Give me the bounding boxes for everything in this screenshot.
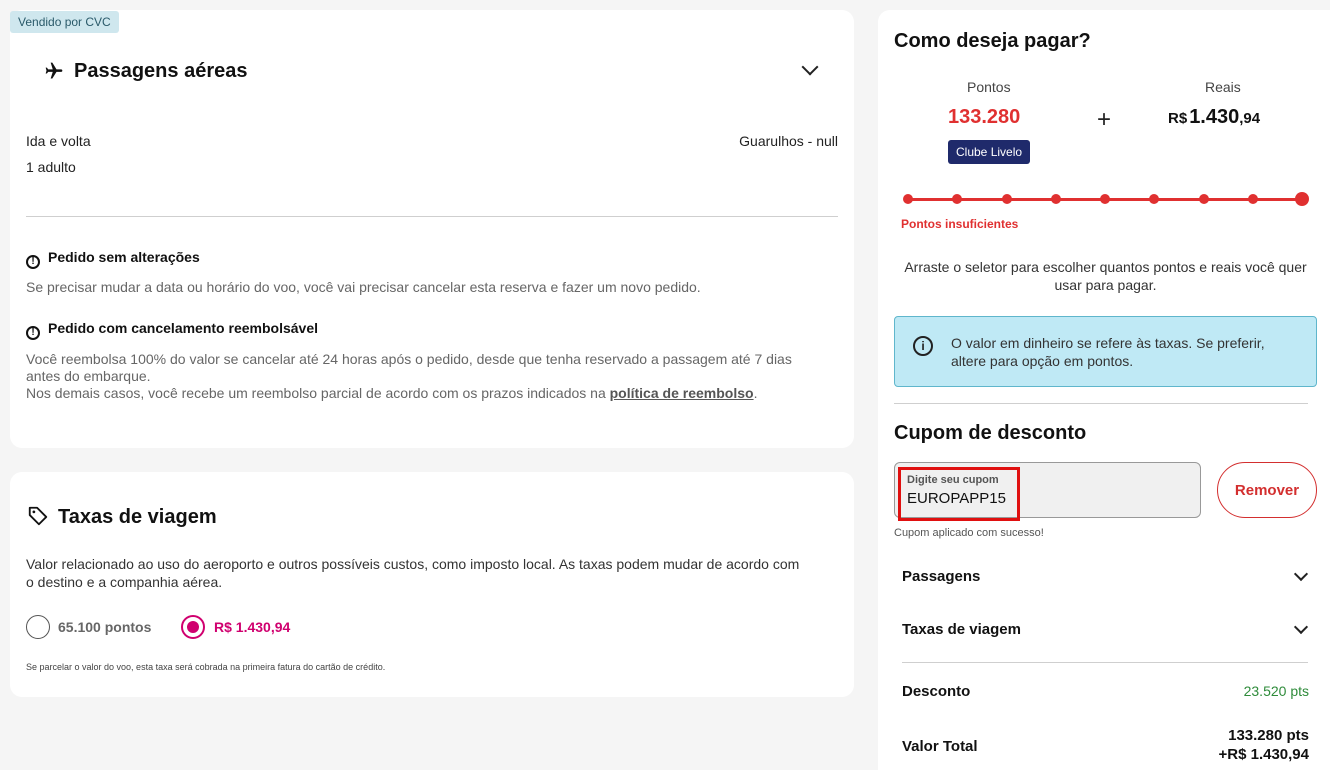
reais-int: 1.430 — [1189, 106, 1240, 128]
refund-policy-link[interactable]: política de reembolso — [610, 385, 754, 401]
slider-step-dot[interactable] — [1050, 194, 1061, 204]
total-reais: +R$ 1.430,94 — [1218, 746, 1310, 763]
notice-line: Nos demais casos, você recebe um reembol… — [26, 385, 826, 402]
flight-title: Passagens aéreas — [74, 60, 248, 82]
discount-label: Desconto — [902, 683, 971, 700]
slider-step-dot[interactable] — [1100, 194, 1110, 204]
reais-value: R$ 1.430,94 — [1168, 106, 1260, 129]
reais-label: Reais — [1205, 79, 1241, 95]
taxes-description: Valor relacionado ao uso do aeroporto e … — [26, 555, 799, 591]
points-label: Pontos — [967, 79, 1011, 95]
reais-currency: R$ — [1168, 110, 1188, 127]
summary-passagens[interactable]: Passagens — [902, 568, 980, 585]
reais-radio[interactable] — [181, 615, 205, 639]
slider-step-dot[interactable] — [1247, 194, 1258, 204]
notice-line: antes do embarque. — [26, 368, 151, 384]
payment-title: Como deseja pagar? — [894, 30, 1091, 52]
total-label: Valor Total — [902, 738, 978, 755]
hint-line: Arraste o seletor para escolher quantos … — [904, 259, 1307, 275]
notice-title-text: Pedido com cancelamento reembolsável — [48, 320, 318, 336]
points-option-label[interactable]: 65.100 pontos — [58, 619, 151, 635]
info-text: O valor em dinheiro se refere às taxas. … — [951, 334, 1265, 370]
info-box: i O valor em dinheiro se refere às taxas… — [894, 316, 1317, 387]
slider-hint: Arraste o seletor para escolher quantos … — [894, 258, 1317, 294]
taxes-desc-line: o destino e a companhia aérea. — [26, 574, 223, 590]
insufficient-points: Pontos insuficientes — [901, 217, 1019, 231]
discount-value: 23.520 pts — [1243, 683, 1309, 699]
coupon-title: Cupom de desconto — [894, 422, 1087, 444]
reais-dec: ,94 — [1239, 110, 1261, 127]
total-points: 133.280 pts — [1228, 727, 1309, 744]
taxes-desc-line: Valor relacionado ao uso do aeroporto e … — [26, 556, 800, 572]
club-badge: Clube Livelo — [948, 140, 1031, 164]
notice-line-text: Nos demais casos, você recebe um reembol… — [26, 385, 610, 401]
coupon-highlight-box — [898, 467, 1020, 521]
notice-refund-text: Você reembolsa 100% do valor se cancelar… — [26, 351, 826, 402]
notice-no-changes-title: ! Pedido sem alterações — [26, 249, 200, 269]
divider — [894, 403, 1308, 404]
notice-title-text: Pedido sem alterações — [48, 249, 200, 265]
notice-refund-title: ! Pedido com cancelamento reembolsável — [26, 320, 318, 340]
coupon-success: Cupom aplicado com sucesso! — [894, 527, 1044, 539]
notice-line: Você reembolsa 100% do valor se cancelar… — [26, 351, 792, 367]
info-line: O valor em dinheiro se refere às taxas. … — [951, 335, 1265, 351]
period: . — [753, 385, 758, 401]
route: Guarulhos - null — [739, 133, 838, 149]
info-icon: i — [913, 336, 933, 356]
slider-step-dot[interactable] — [903, 194, 913, 204]
info-line: altere para opção em pontos. — [951, 353, 1134, 369]
hint-line: usar para pagar. — [1054, 277, 1157, 293]
plus-sign: + — [1097, 106, 1112, 133]
total-value: 133.280 pts +R$ 1.430,94 — [1219, 726, 1310, 764]
trip-type: Ida e volta — [26, 133, 91, 149]
airplane-icon — [45, 62, 63, 79]
tag-icon — [28, 506, 48, 526]
slider-step-dot[interactable] — [1001, 194, 1012, 204]
divider — [26, 216, 838, 217]
reais-option-label[interactable]: R$ 1.430,94 — [214, 619, 290, 635]
divider — [902, 662, 1308, 663]
slider-step-dot[interactable] — [1198, 194, 1209, 204]
slider-handle[interactable] — [1295, 192, 1309, 206]
taxes-footnote: Se parcelar o valor do voo, esta taxa se… — [26, 662, 386, 672]
alert-icon: ! — [26, 326, 40, 340]
points-radio[interactable] — [26, 615, 50, 639]
seller-badge: Vendido por CVC — [10, 11, 119, 33]
passengers: 1 adulto — [26, 159, 76, 175]
remove-coupon-button[interactable]: Remover — [1217, 462, 1317, 518]
summary-taxas[interactable]: Taxas de viagem — [902, 621, 1021, 638]
taxes-title: Taxas de viagem — [58, 506, 217, 528]
alert-icon: ! — [26, 255, 40, 269]
notice-no-changes-text: Se precisar mudar a data ou horário do v… — [26, 279, 701, 295]
points-value: 133.280 — [948, 106, 1021, 128]
